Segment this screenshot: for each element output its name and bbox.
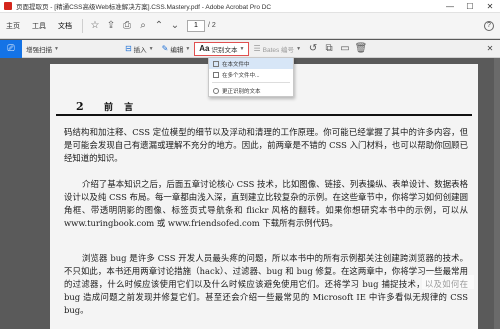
tab-tools[interactable]: 工具 xyxy=(26,13,52,39)
enhance-scan-button[interactable]: 增强扫描 ▼ xyxy=(22,44,63,54)
edit-label: 编辑 xyxy=(170,46,184,54)
watermark-overlay xyxy=(422,275,474,289)
help-icon[interactable]: ? xyxy=(484,20,494,31)
recognize-text-label: 识别文本 xyxy=(211,46,238,54)
chevron-down-icon: ▼ xyxy=(239,45,245,52)
insert-label: 插入 xyxy=(133,46,147,54)
recognize-text-menu: 在本文件中 在多个文件中... 更正识别的文本 xyxy=(208,57,294,97)
scan-tool-icon[interactable]: ⎚ xyxy=(0,39,22,58)
crop-icon[interactable]: ⧉ xyxy=(321,40,337,58)
text-recognition-icon: Aa xyxy=(199,44,210,53)
menu-bar: 主页 工具 文档 ☆ ⇪ ⎙ ⌕ ⌃ ⌄ / 2 ? xyxy=(0,13,500,39)
menu-item-correct-text[interactable]: 更正识别的文本 xyxy=(209,85,293,96)
paragraph: 浏览器 bug 是许多 CSS 开发人员最头疼的问题，所以本书中的所有示例都关注… xyxy=(64,253,468,315)
correct-text-icon xyxy=(213,87,219,94)
chevron-down-icon: ▼ xyxy=(296,45,302,52)
bates-icon: ☰ xyxy=(253,44,261,53)
enhance-scan-label: 增强扫描 xyxy=(26,46,52,54)
page-down-icon[interactable]: ⌄ xyxy=(167,17,183,35)
minimize-button[interactable]: — xyxy=(440,0,460,13)
star-icon[interactable]: ☆ xyxy=(87,17,103,35)
bates-number-button[interactable]: ☰ Bates 编号 ▼ xyxy=(249,44,305,54)
chapter-number: 2 xyxy=(76,100,84,113)
chevron-down-icon: ▼ xyxy=(185,45,191,52)
edit-button[interactable]: ✎ 编辑 ▼ xyxy=(158,44,195,54)
document-icon xyxy=(213,60,219,67)
close-window-button[interactable]: ✕ xyxy=(480,0,500,13)
page-up-icon[interactable]: ⌃ xyxy=(151,17,167,35)
insert-icon: ⊟ xyxy=(124,44,132,53)
chapter-title: 前 言 xyxy=(104,103,138,113)
print-icon[interactable]: ⎙ xyxy=(119,17,135,35)
tab-home[interactable]: 主页 xyxy=(0,13,26,39)
menu-item-in-multiple-files[interactable]: 在多个文件中... xyxy=(209,69,293,80)
separator xyxy=(82,18,83,33)
chapter-header: 2 前 言 xyxy=(56,100,472,116)
vertical-scrollbar[interactable] xyxy=(494,58,500,329)
menu-separator xyxy=(212,82,290,83)
chevron-down-icon: ▼ xyxy=(148,45,154,52)
edit-icon: ✎ xyxy=(161,44,169,53)
paragraph: 介绍了基本知识之后，后面五章讨论核心 CSS 技术，比如图像、链接、列表操纵、表… xyxy=(64,179,468,228)
chevron-down-icon: ▼ xyxy=(54,45,59,52)
acrobat-app-icon xyxy=(4,2,12,10)
page-icon[interactable]: ▭ xyxy=(337,40,353,58)
menu-item-label: 更正识别的文本 xyxy=(222,88,261,95)
window-title: 页面提取页 - [精通CSS高级Web标准解决方案].CSS.Mastery.p… xyxy=(16,4,272,11)
pdf-page: 2 前 言 码结构和加注释、CSS 定位模型的细节以及浮动和清理的工作原理。你可… xyxy=(50,64,478,329)
tab-document[interactable]: 文档 xyxy=(52,13,78,39)
maximize-button[interactable]: ☐ xyxy=(460,0,480,13)
upload-icon[interactable]: ⇪ xyxy=(103,17,119,35)
documents-icon xyxy=(213,71,219,78)
title-bar: 页面提取页 - [精通CSS高级Web标准解决方案].CSS.Mastery.p… xyxy=(0,0,500,13)
delete-icon[interactable]: 🗑 xyxy=(353,40,369,58)
page-number-input[interactable] xyxy=(187,19,205,32)
undo-icon[interactable]: ↺ xyxy=(305,40,321,58)
paragraph: 码结构和加注释、CSS 定位模型的细节以及浮动和清理的工作原理。你可能已经掌握了… xyxy=(64,127,468,163)
menu-item-in-this-file[interactable]: 在本文件中 xyxy=(209,58,293,69)
bates-number-label: Bates 编号 xyxy=(262,46,295,54)
menu-item-label: 在本文件中 xyxy=(222,61,250,68)
menu-item-label: 在多个文件中... xyxy=(222,72,260,79)
recognize-text-button[interactable]: Aa 识别文本 ▼ xyxy=(194,41,250,56)
page-total: / 2 xyxy=(208,22,216,29)
insert-button[interactable]: ⊟ 插入 ▼ xyxy=(121,44,158,54)
search-icon[interactable]: ⌕ xyxy=(135,17,151,35)
scan-toolbar: ⎚ 增强扫描 ▼ ⊟ 插入 ▼ ✎ 编辑 ▼ Aa 识别文本 ▼ ☰ Bates… xyxy=(0,39,500,58)
close-toolbar-icon[interactable]: ✕ xyxy=(484,43,496,55)
